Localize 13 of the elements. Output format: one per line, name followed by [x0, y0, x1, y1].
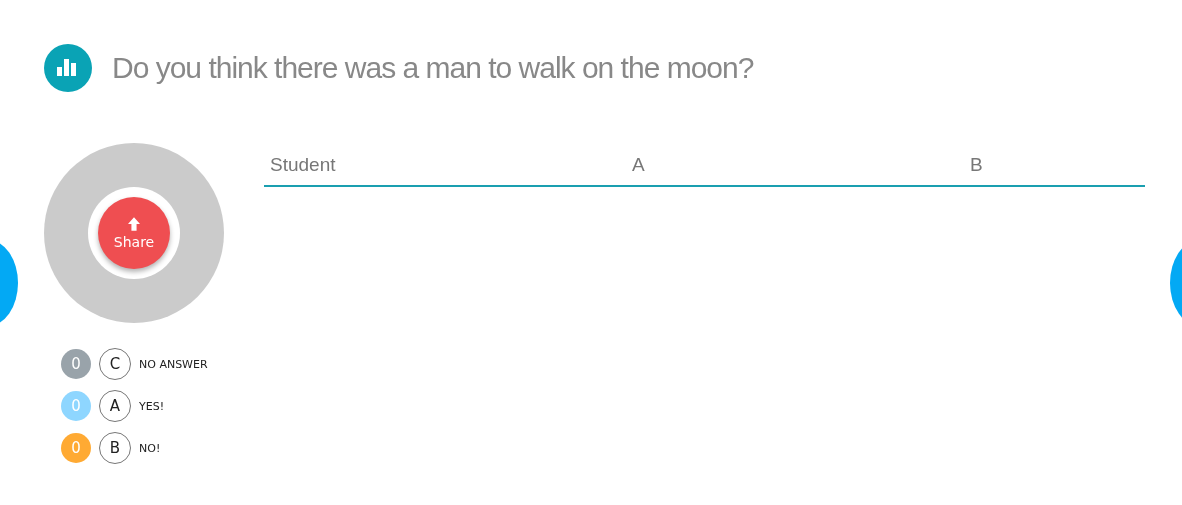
count-badge: 0: [61, 391, 91, 421]
count-badge: 0: [61, 349, 91, 379]
question-title: Do you think there was a man to walk on the moon?: [112, 51, 754, 85]
column-header: A: [632, 154, 646, 176]
option-label: NO ANSWER: [139, 357, 208, 371]
column-header: B: [970, 154, 983, 176]
count-badge: 0: [61, 433, 91, 463]
column-header: Student: [269, 154, 337, 176]
option-label: NO!: [139, 441, 161, 455]
option-label: YES!: [139, 399, 165, 413]
share-button[interactable]: Share: [98, 197, 170, 269]
bar-chart-icon: [44, 44, 92, 92]
upload-arrow-icon: [128, 216, 140, 231]
